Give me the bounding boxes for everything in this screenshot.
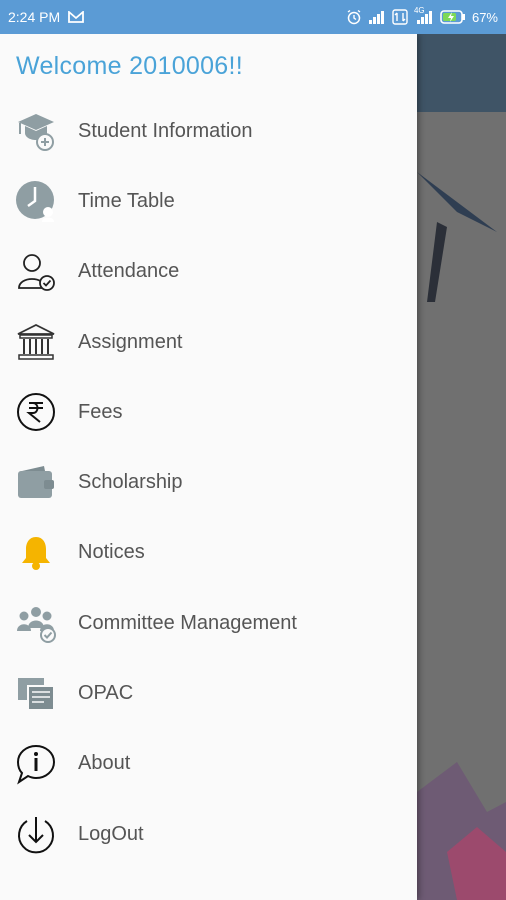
battery-percent: 67% <box>471 9 498 25</box>
menu-label: LogOut <box>78 822 144 845</box>
bell-icon <box>14 531 58 575</box>
menu-label: Assignment <box>78 330 183 353</box>
menu-item-assignment[interactable]: Assignment <box>0 307 417 377</box>
info-icon <box>14 742 58 786</box>
group-icon <box>14 601 58 645</box>
home-banner-image <box>417 112 506 900</box>
navigation-drawer: Welcome 2010006!! Student Information Ti… <box>0 34 417 900</box>
menu-item-scholarship[interactable]: Scholarship <box>0 447 417 517</box>
menu-label: Fees <box>78 400 123 423</box>
menu-item-student-information[interactable]: Student Information <box>0 96 417 166</box>
menu-item-time-table[interactable]: Time Table <box>0 166 417 236</box>
person-check-icon <box>14 250 58 294</box>
clock-icon <box>14 179 58 223</box>
menu-item-notices[interactable]: Notices <box>0 518 417 588</box>
menu-item-attendance[interactable]: Attendance <box>0 237 417 307</box>
books-icon <box>14 672 58 716</box>
status-time: 2:24 PM <box>8 9 61 25</box>
data-icon <box>392 9 408 25</box>
app-toolbar <box>417 34 506 112</box>
rupee-icon <box>14 390 58 434</box>
menu-item-fees[interactable]: Fees <box>0 377 417 447</box>
menu-label: Notices <box>78 541 145 564</box>
gmail-icon <box>68 11 85 23</box>
menu-item-logout[interactable]: LogOut <box>0 799 417 869</box>
building-icon <box>14 320 58 364</box>
network-type-label: 4G <box>413 6 425 15</box>
menu-label: Committee Management <box>78 611 297 634</box>
menu-item-committee-management[interactable]: Committee Management <box>0 588 417 658</box>
menu-label: Student Information <box>78 119 253 142</box>
welcome-heading: Welcome 2010006!! <box>16 52 243 80</box>
logout-icon <box>14 812 58 856</box>
signal-icon <box>368 11 384 24</box>
wallet-icon <box>14 461 58 505</box>
alarm-icon <box>347 9 361 25</box>
status-bar: 2:24 PM 4G 67% <box>0 0 506 34</box>
menu-label: OPAC <box>78 682 134 705</box>
menu-item-about[interactable]: About <box>0 729 417 799</box>
main-content-behind-drawer <box>417 34 506 900</box>
graduation-photo <box>417 172 506 900</box>
graduation-cap-icon <box>14 109 58 153</box>
menu-label: About <box>78 752 131 775</box>
menu-label: Attendance <box>78 260 180 283</box>
drawer-menu: Student Information Time Table Attendanc… <box>0 96 417 869</box>
battery-charging-icon <box>440 10 465 24</box>
menu-label: Time Table <box>78 189 175 212</box>
menu-label: Scholarship <box>78 471 183 494</box>
menu-item-opac[interactable]: OPAC <box>0 658 417 728</box>
